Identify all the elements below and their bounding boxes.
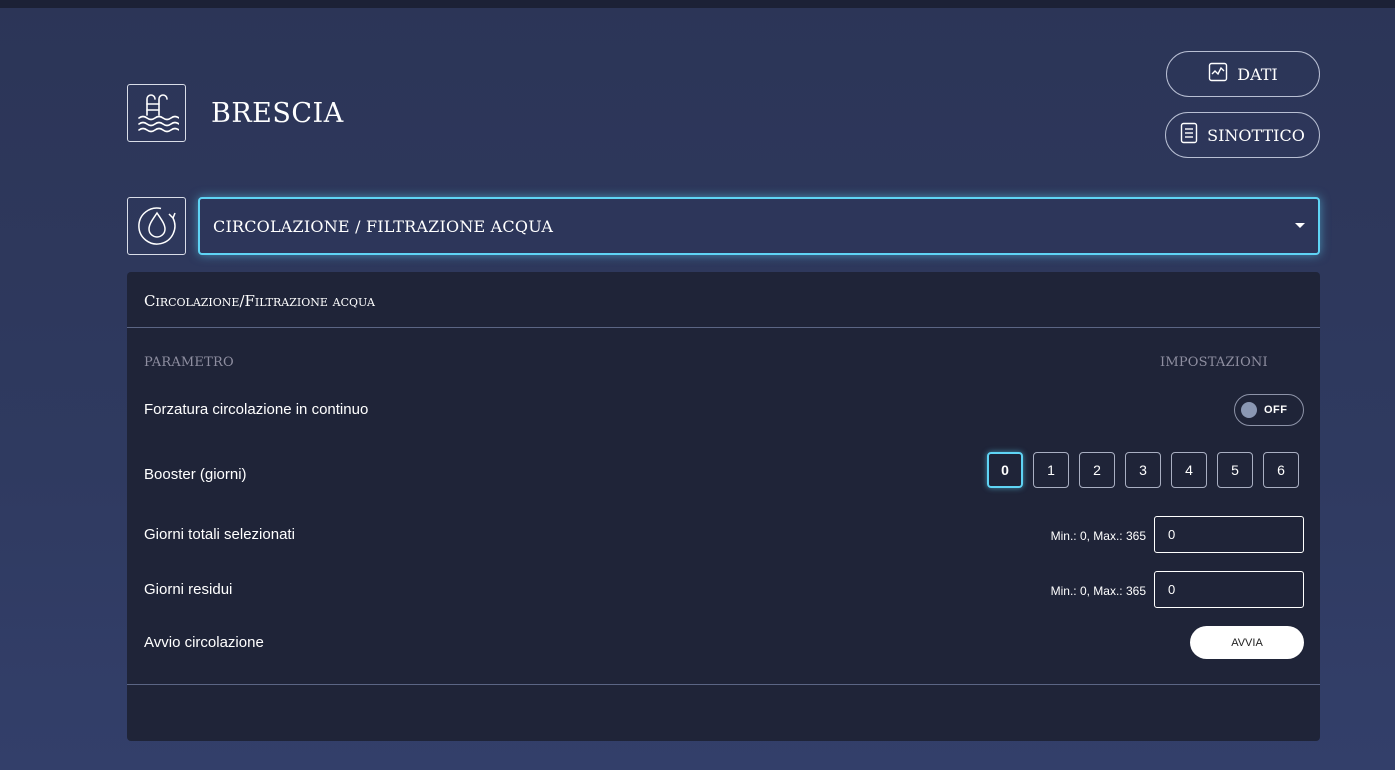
toggle-state: OFF [1264,404,1288,416]
settings-panel: Circolazione/Filtrazione acqua PARAMETRO… [127,272,1320,741]
dati-button[interactable]: DATI [1166,51,1320,97]
giorni-totali-input[interactable] [1154,516,1304,553]
booster-option-6[interactable]: 6 [1263,452,1299,488]
dati-label: DATI [1237,64,1278,84]
giorni-residui-label: Giorni residui [144,581,233,598]
giorni-residui-input[interactable] [1154,571,1304,608]
document-icon [1180,122,1198,148]
section-select-value: CIRCOLAZIONE / FILTRAZIONE ACQUA [213,216,554,236]
booster-option-0[interactable]: 0 [987,452,1023,488]
section-select[interactable]: CIRCOLAZIONE / FILTRAZIONE ACQUA [198,197,1320,255]
booster-option-3[interactable]: 3 [1125,452,1161,488]
giorni-totali-range: Min.: 0, Max.: 365 [1050,529,1146,543]
chevron-down-icon [1295,223,1305,228]
divider [127,684,1320,685]
booster-selector: 0 1 2 3 4 5 6 [987,452,1299,488]
avvia-button[interactable]: AVVIA [1190,626,1304,659]
giorni-residui-range: Min.: 0, Max.: 365 [1050,584,1146,598]
top-bar [0,0,1395,8]
divider [127,327,1320,328]
booster-option-5[interactable]: 5 [1217,452,1253,488]
page-title: BRESCIA [211,98,344,129]
avvio-label: Avvio circolazione [144,634,264,651]
booster-label: Booster (giorni) [144,466,247,483]
chart-icon [1208,62,1228,86]
forzatura-label: Forzatura circolazione in continuo [144,401,369,418]
forzatura-toggle[interactable]: OFF [1234,394,1304,426]
toggle-knob [1241,402,1257,418]
booster-option-4[interactable]: 4 [1171,452,1207,488]
column-header-parametro: PARAMETRO [144,355,234,370]
column-header-impostazioni: IMPOSTAZIONI [1160,355,1268,370]
panel-title: Circolazione/Filtrazione acqua [144,292,375,310]
giorni-totali-label: Giorni totali selezionati [144,526,295,543]
booster-option-1[interactable]: 1 [1033,452,1069,488]
sinottico-label: SINOTTICO [1207,125,1305,145]
booster-option-2[interactable]: 2 [1079,452,1115,488]
pool-ladder-icon [127,84,186,142]
water-drop-cycle-icon [127,197,186,255]
sinottico-button[interactable]: SINOTTICO [1165,112,1320,158]
